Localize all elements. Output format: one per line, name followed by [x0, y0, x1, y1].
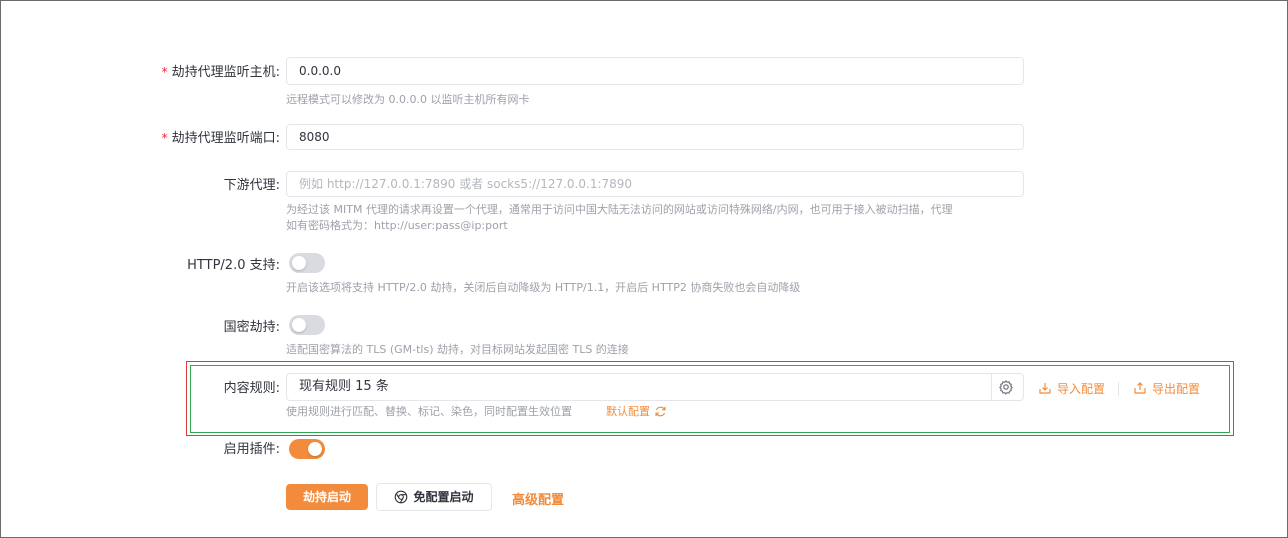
start-hijack-button[interactable]: 劫持启动 — [286, 484, 368, 510]
http2-label: HTTP/2.0 支持: — [187, 258, 280, 273]
http2-help: 开启该选项将支持 HTTP/2.0 劫持，关闭后自动降级为 HTTP/1.1，开… — [286, 281, 801, 294]
gm-help: 适配国密算法的 TLS (GM-tls) 劫持，对目标网站发起国密 TLS 的连… — [286, 343, 629, 356]
port-input[interactable]: 8080 — [286, 124, 1024, 150]
http2-toggle[interactable] — [289, 253, 325, 273]
toggle-knob — [292, 256, 306, 270]
port-label-text: 劫持代理监听端口: — [171, 131, 280, 146]
rules-value: 现有规则 15 条 — [299, 379, 389, 394]
plugins-label: 启用插件: — [223, 442, 280, 457]
advanced-config-link[interactable]: 高级配置 — [512, 489, 564, 508]
import-config-label: 导入配置 — [1057, 381, 1106, 396]
downstream-input[interactable]: 例如 http://127.0.0.1:7890 或者 socks5://127… — [286, 171, 1024, 197]
gear-icon[interactable] — [998, 379, 1014, 395]
no-config-start-button[interactable]: 免配置启动 — [376, 483, 492, 511]
default-config-link[interactable]: 默认配置 — [606, 403, 667, 419]
host-input[interactable]: 0.0.0.0 — [286, 57, 1024, 85]
default-config-label: 默认配置 — [606, 405, 650, 418]
port-label: * 劫持代理监听端口: — [140, 130, 280, 147]
required-mark: * — [161, 65, 168, 79]
chrome-icon — [395, 490, 408, 504]
plugins-toggle[interactable] — [289, 439, 325, 459]
toggle-knob — [292, 318, 306, 332]
action-divider — [1118, 382, 1119, 396]
host-help: 远程模式可以修改为 0.0.0.0 以监听主机所有网卡 — [286, 93, 530, 106]
downstream-label: 下游代理: — [223, 178, 280, 193]
export-config-label: 导出配置 — [1152, 381, 1201, 396]
downstream-help-line1: 为经过该 MITM 代理的请求再设置一个代理，通常用于访问中国大陆无法访问的网站… — [286, 203, 953, 216]
refresh-icon — [655, 406, 666, 416]
host-label: * 劫持代理监听主机: — [140, 64, 280, 81]
rules-label: 内容规则: — [223, 381, 280, 396]
gm-label: 国密劫持: — [223, 320, 280, 335]
rules-input[interactable]: 现有规则 15 条 — [286, 373, 1024, 401]
toggle-knob — [308, 442, 322, 456]
required-mark: * — [161, 131, 168, 145]
import-config-button[interactable]: 导入配置 — [1038, 380, 1105, 396]
no-config-start-label: 免配置启动 — [413, 490, 474, 504]
export-config-button[interactable]: 导出配置 — [1133, 380, 1200, 396]
rules-input-divider — [991, 374, 992, 400]
import-icon — [1039, 383, 1051, 394]
host-label-text: 劫持代理监听主机: — [171, 65, 280, 80]
downstream-help-line2: 如有密码格式为：http://user:pass@ip:port — [286, 219, 508, 232]
export-icon — [1134, 382, 1146, 394]
gm-toggle[interactable] — [289, 315, 325, 335]
rules-help: 使用规则进行匹配、替换、标记、染色，同时配置生效位置 — [286, 405, 572, 418]
